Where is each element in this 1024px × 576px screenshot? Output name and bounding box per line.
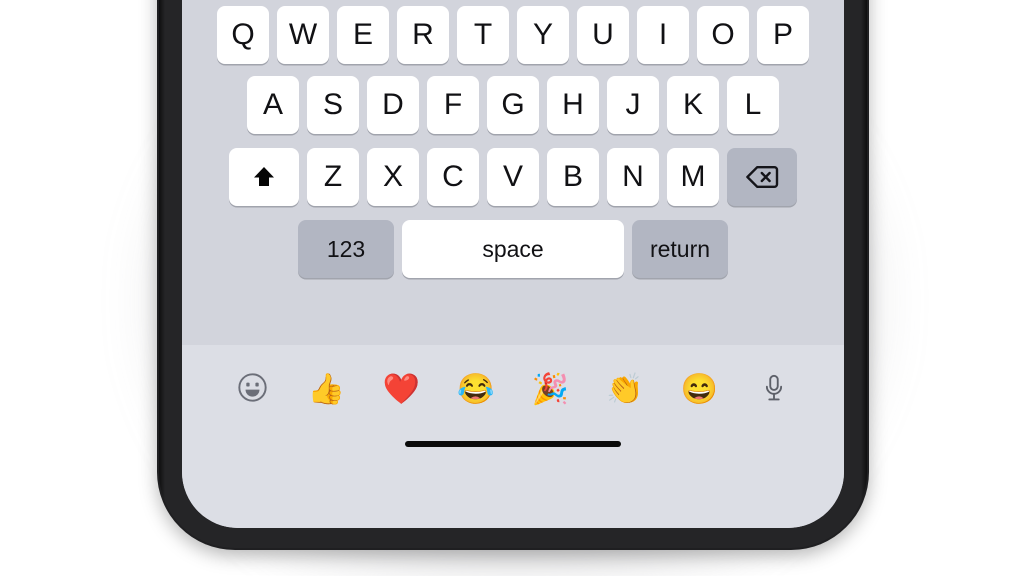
emoji-keyboard-toggle-button[interactable]: [230, 372, 274, 408]
phone-screen: I The I'm Q W E R T Y U I O P A S D F: [182, 0, 844, 528]
key-y[interactable]: Y: [517, 6, 569, 64]
emoji-thumbs-up[interactable]: 👍: [305, 375, 349, 405]
key-q[interactable]: Q: [217, 6, 269, 64]
key-c[interactable]: C: [427, 148, 479, 206]
key-l[interactable]: L: [727, 76, 779, 134]
screenshot-root: I The I'm Q W E R T Y U I O P A S D F: [0, 0, 1024, 576]
space-key[interactable]: space: [402, 220, 624, 278]
key-b[interactable]: B: [547, 148, 599, 206]
key-p[interactable]: P: [757, 6, 809, 64]
key-i[interactable]: I: [637, 6, 689, 64]
key-e[interactable]: E: [337, 6, 389, 64]
keyboard-row-2: A S D F G H J K L: [182, 69, 844, 141]
key-k[interactable]: K: [667, 76, 719, 134]
key-f[interactable]: F: [427, 76, 479, 134]
numeric-switch-key[interactable]: 123: [298, 220, 394, 278]
emoji-red-heart[interactable]: ❤️: [379, 375, 423, 405]
keyboard-row-1: Q W E R T Y U I O P: [182, 0, 844, 69]
key-j[interactable]: J: [607, 76, 659, 134]
microphone-icon: [761, 373, 787, 408]
emoji-suggestion-bar: 👍 ❤️ 😂 🎉 👏 😄: [182, 345, 844, 528]
key-m[interactable]: M: [667, 148, 719, 206]
emoji-party-popper[interactable]: 🎉: [528, 375, 572, 405]
key-r[interactable]: R: [397, 6, 449, 64]
key-t[interactable]: T: [457, 6, 509, 64]
key-h[interactable]: H: [547, 76, 599, 134]
emoji-row: 👍 ❤️ 😂 🎉 👏 😄: [182, 345, 844, 419]
key-z[interactable]: Z: [307, 148, 359, 206]
on-screen-keyboard: Q W E R T Y U I O P A S D F G H J K L Z …: [182, 0, 844, 345]
key-d[interactable]: D: [367, 76, 419, 134]
emoji-clapping-hands[interactable]: 👏: [603, 375, 647, 405]
backspace-icon: [745, 164, 779, 190]
shift-arrow-icon: [251, 164, 277, 190]
key-w[interactable]: W: [277, 6, 329, 64]
key-a[interactable]: A: [247, 76, 299, 134]
dictation-button[interactable]: [752, 373, 796, 408]
key-u[interactable]: U: [577, 6, 629, 64]
emoji-tears-of-joy[interactable]: 😂: [454, 375, 498, 405]
key-s[interactable]: S: [307, 76, 359, 134]
keyboard-row-3: Z X C V B N M: [182, 141, 844, 213]
key-v[interactable]: V: [487, 148, 539, 206]
return-key[interactable]: return: [632, 220, 728, 278]
emoji-grinning-face[interactable]: 😄: [677, 375, 721, 405]
key-o[interactable]: O: [697, 6, 749, 64]
keyboard-row-4: 123 space return: [182, 213, 844, 285]
home-indicator[interactable]: [405, 441, 621, 447]
key-n[interactable]: N: [607, 148, 659, 206]
shift-key[interactable]: [229, 148, 299, 206]
backspace-key[interactable]: [727, 148, 797, 206]
key-x[interactable]: X: [367, 148, 419, 206]
smiley-face-icon: [237, 372, 268, 408]
key-g[interactable]: G: [487, 76, 539, 134]
